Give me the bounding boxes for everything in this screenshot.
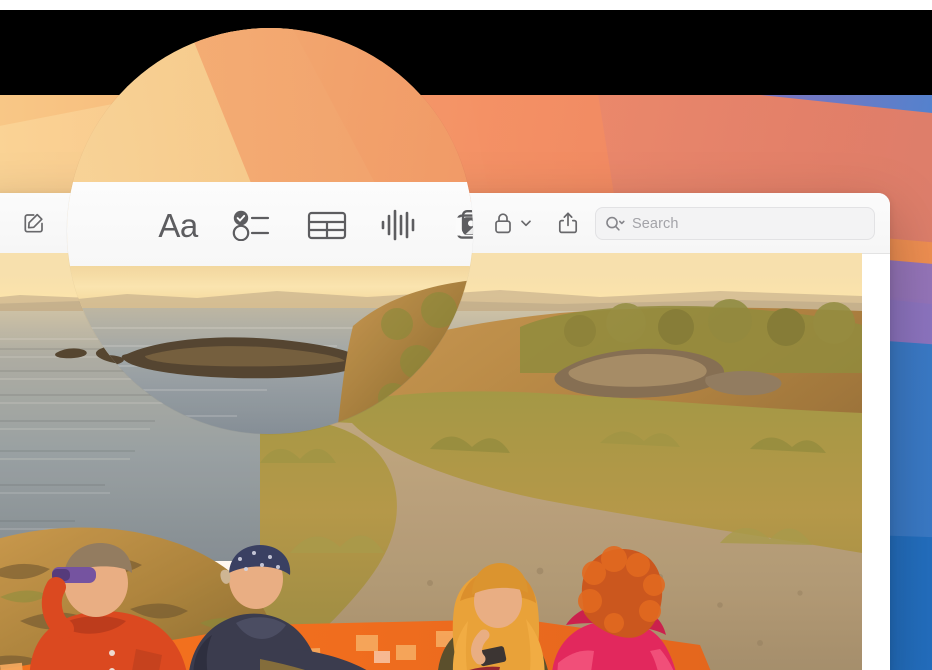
share-icon[interactable] — [554, 208, 582, 238]
media-photos-icon[interactable] — [453, 208, 473, 244]
search-placeholder: Search — [632, 215, 679, 232]
magnified-wallpaper — [67, 28, 473, 377]
table-icon[interactable] — [305, 208, 349, 242]
magnifier-lens: Aa — [67, 28, 473, 434]
checklist-icon[interactable] — [230, 208, 274, 242]
aa-label: Aa — [158, 206, 198, 244]
search-icon — [605, 215, 627, 233]
aa-text-format-icon[interactable]: Aa — [155, 208, 201, 242]
top-white-strip — [0, 0, 932, 10]
compose-icon[interactable] — [18, 207, 50, 239]
magnified-photo — [67, 266, 473, 434]
audio-waveform-icon[interactable] — [378, 206, 420, 244]
search-input[interactable]: Search — [595, 207, 875, 240]
screenshot-stage: Search Aa — [0, 0, 932, 670]
magnifier-content: Aa — [67, 28, 473, 434]
chevron-down-icon[interactable] — [518, 215, 534, 231]
lock-icon[interactable] — [490, 209, 516, 237]
